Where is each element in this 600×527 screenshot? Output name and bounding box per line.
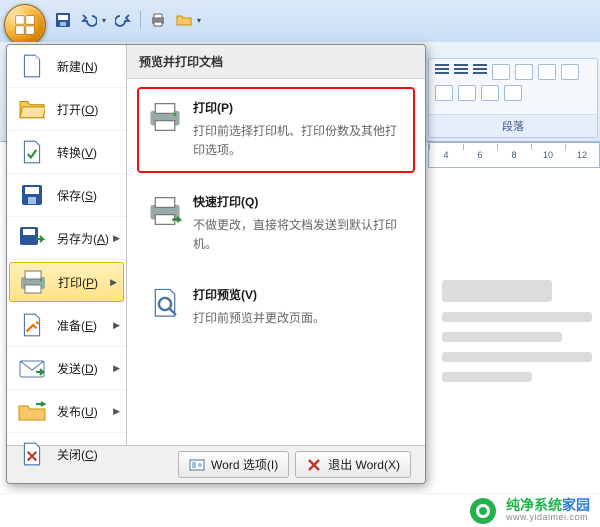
file-item-open[interactable]: 打开(O) bbox=[7, 88, 126, 131]
option-title: 打印预览(V) bbox=[193, 286, 325, 305]
file-item-label: 关闭(C) bbox=[57, 446, 98, 463]
submenu-arrow-icon: ▶ bbox=[113, 406, 120, 417]
preview-icon bbox=[147, 286, 183, 322]
button-label: Word 选项(I) bbox=[211, 456, 278, 473]
file-item-saveas[interactable]: 另存为(A) ▶ bbox=[7, 217, 126, 260]
save-icon[interactable] bbox=[54, 11, 72, 29]
multilevel-icon[interactable] bbox=[473, 64, 487, 78]
button-label: 退出 Word(X) bbox=[328, 456, 400, 473]
file-item-label: 转换(V) bbox=[57, 144, 97, 161]
publish-icon bbox=[17, 398, 47, 424]
file-item-label: 打印(P) bbox=[58, 274, 98, 291]
file-item-label: 另存为(A) bbox=[57, 230, 109, 247]
submenu-arrow-icon: ▶ bbox=[113, 233, 120, 244]
ruler-tick: 12 bbox=[565, 150, 599, 160]
saveas-icon bbox=[17, 225, 47, 251]
open-folder-icon bbox=[17, 96, 47, 122]
file-item-publish[interactable]: 发布(U) ▶ bbox=[7, 390, 126, 433]
submenu-arrow-icon: ▶ bbox=[113, 363, 120, 374]
prepare-icon bbox=[17, 312, 47, 338]
office-button[interactable] bbox=[4, 4, 46, 46]
close-doc-icon bbox=[17, 441, 47, 467]
new-document-icon bbox=[17, 53, 47, 79]
file-item-save[interactable]: 保存(S) bbox=[7, 174, 126, 217]
print-option[interactable]: 打印(P) 打印前选择打印机、打印份数及其他打印选项。 bbox=[137, 87, 415, 173]
option-desc: 打印前预览并更改页面。 bbox=[193, 309, 325, 328]
align-left-icon[interactable] bbox=[538, 64, 556, 80]
file-item-label: 发布(U) bbox=[57, 403, 98, 420]
printer-icon bbox=[147, 99, 183, 135]
print-preview-option[interactable]: 打印预览(V) 打印前预览并更改页面。 bbox=[137, 274, 415, 340]
ribbon-group-paragraph: 段落 bbox=[428, 58, 598, 138]
numbering-icon[interactable] bbox=[454, 64, 468, 78]
quick-access-toolbar: ▾ ▾ bbox=[54, 8, 201, 32]
ruler[interactable]: 4 6 8 10 12 bbox=[428, 142, 600, 168]
file-item-label: 新建(N) bbox=[57, 58, 98, 75]
option-title: 打印(P) bbox=[193, 99, 405, 118]
undo-dropdown-icon[interactable]: ▾ bbox=[102, 16, 106, 25]
options-icon bbox=[189, 457, 205, 473]
save-disk-icon bbox=[17, 182, 47, 208]
exit-icon bbox=[306, 457, 322, 473]
indent-right-icon[interactable] bbox=[515, 64, 533, 80]
line-spacing-icon[interactable] bbox=[458, 85, 476, 101]
file-item-prepare[interactable]: 准备(E) ▶ bbox=[7, 304, 126, 347]
quick-printer-icon bbox=[147, 193, 183, 229]
file-item-print[interactable]: 打印(P) ▶ bbox=[9, 262, 124, 302]
indent-left-icon[interactable] bbox=[492, 64, 510, 80]
ruler-tick: 8 bbox=[497, 150, 531, 160]
align-center-icon[interactable] bbox=[561, 64, 579, 80]
submenu-arrow-icon: ▶ bbox=[110, 277, 117, 288]
watermark: 纯净系统家园 www.yidaimei.com bbox=[0, 493, 600, 527]
redo-icon[interactable] bbox=[114, 11, 132, 29]
watermark-logo-icon bbox=[470, 498, 496, 524]
qat-separator bbox=[140, 11, 141, 29]
quick-print-option[interactable]: 快速打印(Q) 不做更改，直接将文档发送到默认打印机。 bbox=[137, 181, 415, 267]
file-item-close[interactable]: 关闭(C) bbox=[7, 433, 126, 476]
right-pane-header: 预览并打印文档 bbox=[127, 45, 425, 79]
undo-icon[interactable] bbox=[80, 11, 98, 29]
file-menu: 新建(N) 打开(O) 转换(V) 保存(S) bbox=[6, 44, 426, 484]
qat-customize-icon[interactable]: ▾ bbox=[197, 16, 201, 25]
file-item-new[interactable]: 新建(N) bbox=[7, 45, 126, 88]
file-item-send[interactable]: 发送(D) ▶ bbox=[7, 347, 126, 390]
align-right-icon[interactable] bbox=[435, 85, 453, 101]
exit-word-button[interactable]: 退出 Word(X) bbox=[295, 451, 411, 478]
file-item-label: 保存(S) bbox=[57, 187, 97, 204]
document-area[interactable] bbox=[428, 170, 600, 487]
send-icon bbox=[17, 355, 47, 381]
ruler-tick: 6 bbox=[463, 150, 497, 160]
borders-icon[interactable] bbox=[504, 85, 522, 101]
print-icon bbox=[18, 269, 48, 295]
option-desc: 不做更改，直接将文档发送到默认打印机。 bbox=[193, 216, 405, 254]
option-desc: 打印前选择打印机、打印份数及其他打印选项。 bbox=[193, 122, 405, 160]
watermark-url: www.yidaimei.com bbox=[506, 513, 590, 523]
bullets-icon[interactable] bbox=[435, 64, 449, 78]
office-logo-icon bbox=[14, 14, 36, 36]
file-item-convert[interactable]: 转换(V) bbox=[7, 131, 126, 174]
file-menu-left-pane: 新建(N) 打开(O) 转换(V) 保存(S) bbox=[7, 45, 127, 445]
ruler-tick: 10 bbox=[531, 150, 565, 160]
watermark-brand: 纯净系统家园 bbox=[506, 498, 590, 513]
file-menu-right-pane: 预览并打印文档 打印(P) 打印前选择打印机、打印份数及其他打印选项。 bbox=[127, 45, 425, 445]
open-icon[interactable] bbox=[175, 11, 193, 29]
title-bar: ▾ ▾ bbox=[0, 0, 600, 42]
convert-icon bbox=[17, 139, 47, 165]
quick-print-icon[interactable] bbox=[149, 11, 167, 29]
shading-icon[interactable] bbox=[481, 85, 499, 101]
file-item-label: 发送(D) bbox=[57, 360, 98, 377]
option-title: 快速打印(Q) bbox=[193, 193, 405, 212]
file-item-label: 打开(O) bbox=[57, 101, 98, 118]
file-item-label: 准备(E) bbox=[57, 317, 97, 334]
submenu-arrow-icon: ▶ bbox=[113, 320, 120, 331]
ribbon-group-label[interactable]: 段落 bbox=[429, 114, 597, 137]
word-options-button[interactable]: Word 选项(I) bbox=[178, 451, 289, 478]
ruler-tick: 4 bbox=[429, 150, 463, 160]
